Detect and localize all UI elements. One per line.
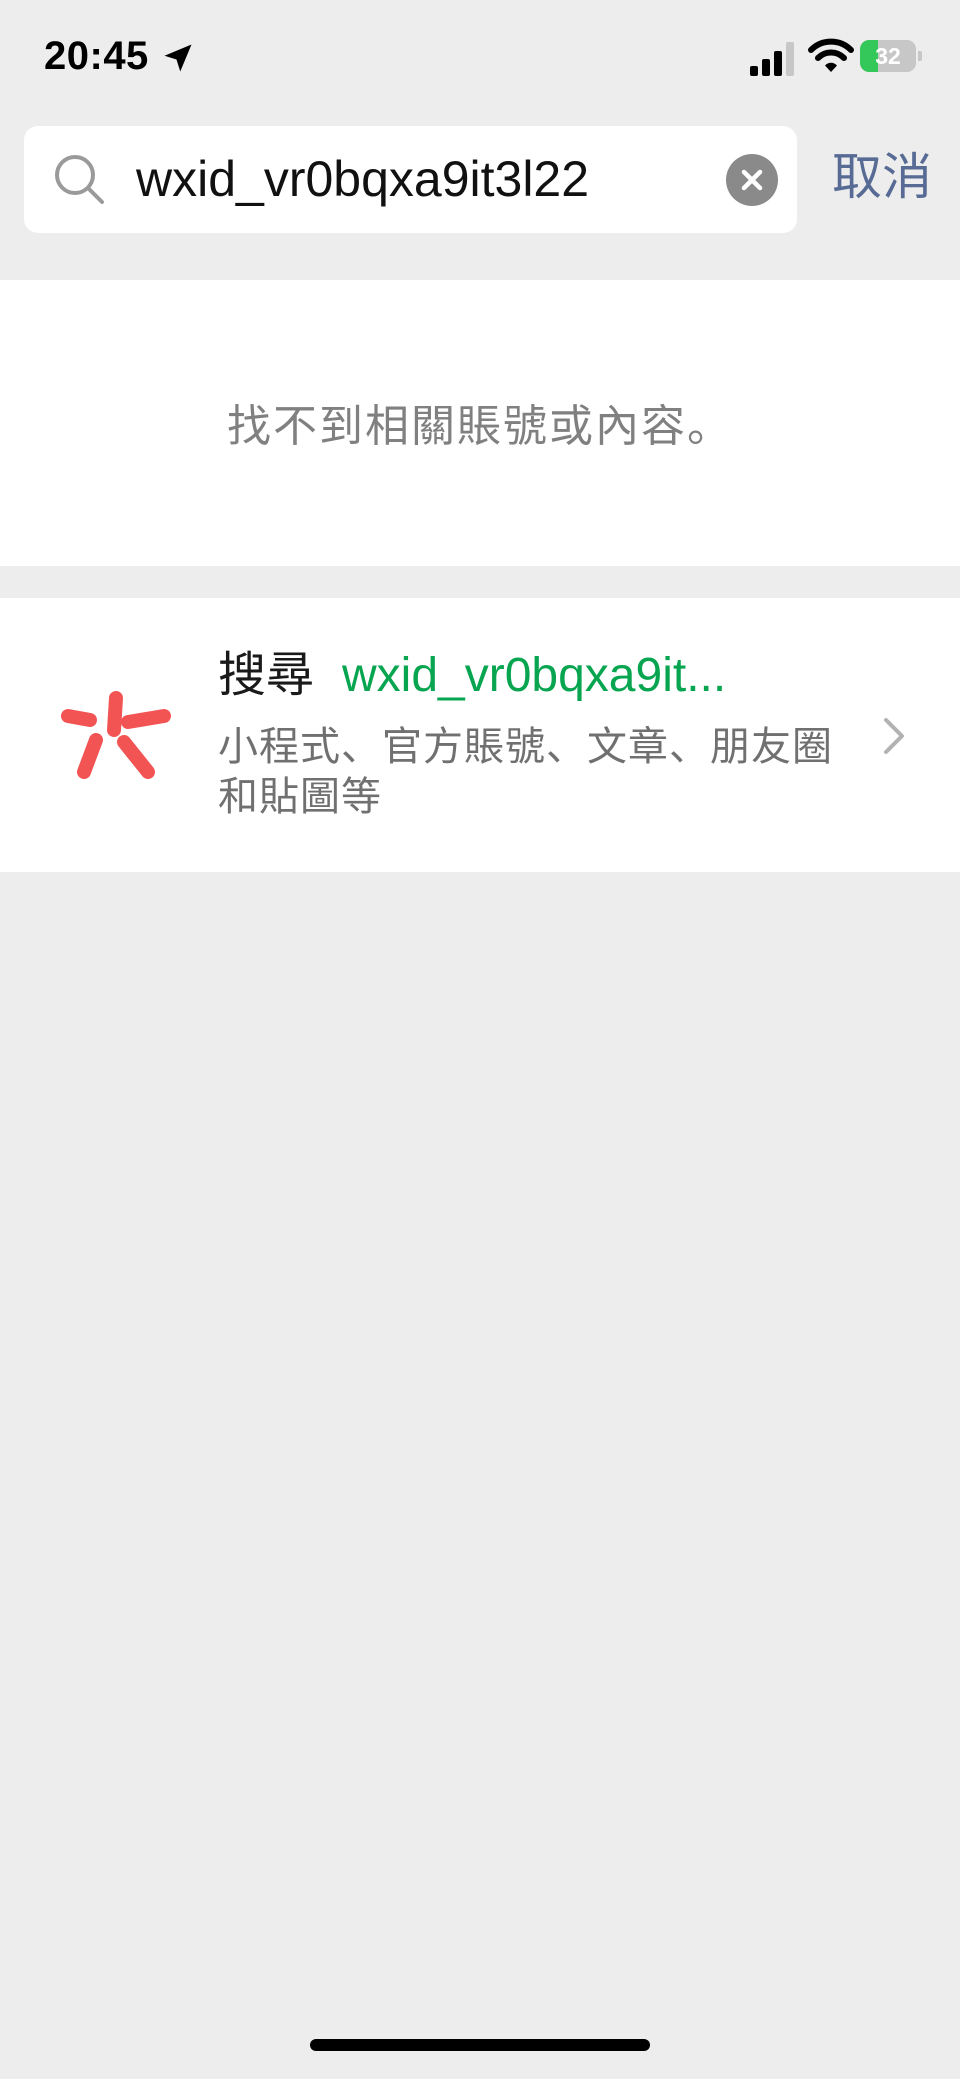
wechat-search-logo-icon bbox=[61, 691, 171, 779]
home-indicator[interactable] bbox=[310, 2039, 650, 2051]
search-item-title: 搜尋 wxid_vr0bqxa9it... bbox=[218, 646, 726, 706]
battery-icon: 32 bbox=[860, 40, 922, 72]
search-online-item[interactable]: 搜尋 wxid_vr0bqxa9it... 小程式、官方賬號、文章、朋友圈和貼圖等 bbox=[0, 598, 960, 872]
clear-icon[interactable] bbox=[726, 154, 778, 206]
status-bar: 20:45 32 bbox=[0, 0, 960, 120]
search-input[interactable]: wxid_vr0bqxa9it3l22 bbox=[136, 148, 589, 210]
search-icon bbox=[55, 155, 104, 204]
status-time: 20:45 bbox=[44, 34, 149, 78]
search-item-prefix: 搜尋 bbox=[218, 649, 315, 702]
no-result-panel: 找不到相關賬號或內容。 bbox=[0, 280, 960, 566]
battery-body: 32 bbox=[860, 40, 916, 72]
search-input-box[interactable]: wxid_vr0bqxa9it3l22 bbox=[24, 126, 797, 233]
no-result-message: 找不到相關賬號或內容。 bbox=[227, 402, 733, 451]
battery-level: 32 bbox=[875, 43, 901, 69]
search-item-query: wxid_vr0bqxa9it... bbox=[342, 649, 727, 702]
signal-icon bbox=[750, 42, 794, 76]
cancel-button[interactable]: 取消 bbox=[832, 146, 932, 208]
search-bar: wxid_vr0bqxa9it3l22 取消 bbox=[0, 126, 960, 234]
location-arrow-icon bbox=[164, 44, 192, 72]
battery-tip bbox=[918, 51, 922, 61]
search-item-subtitle: 小程式、官方賬號、文章、朋友圈和貼圖等 bbox=[218, 725, 833, 819]
wifi-icon bbox=[808, 38, 854, 72]
chevron-right-icon bbox=[884, 718, 904, 754]
